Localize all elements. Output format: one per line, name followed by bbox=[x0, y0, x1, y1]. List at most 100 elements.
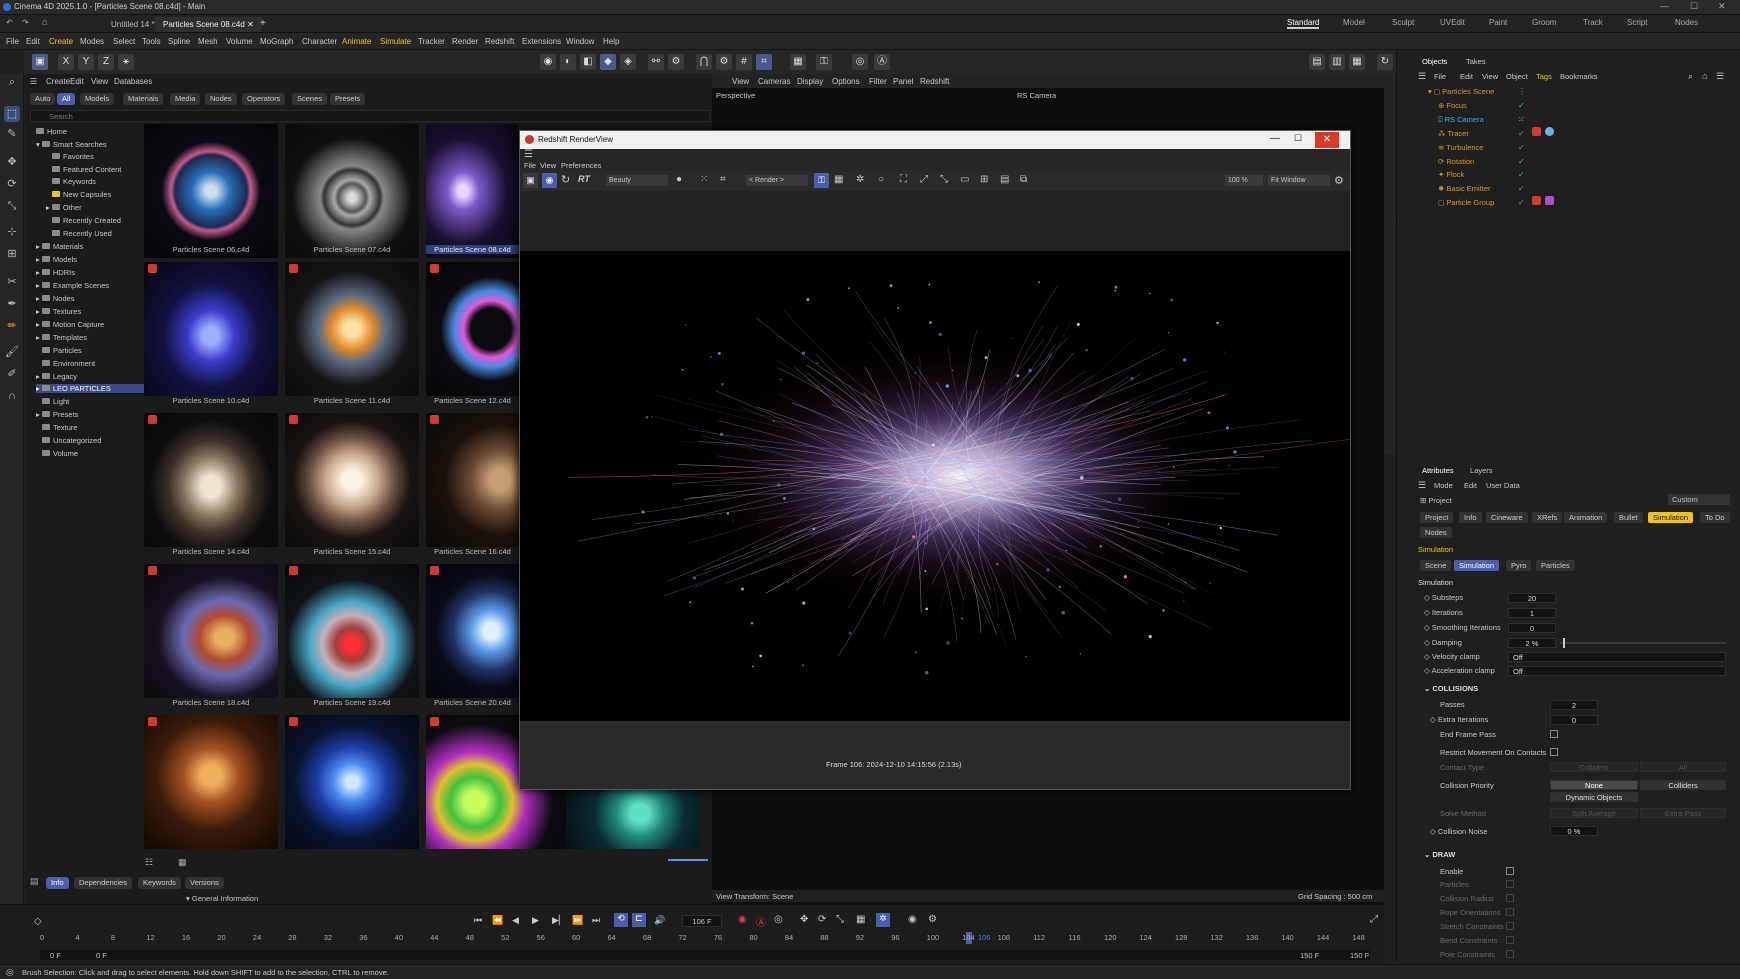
anim-icon[interactable]: Ⓐ bbox=[874, 54, 890, 70]
prev-key-icon[interactable]: ⏪ bbox=[492, 915, 503, 926]
axis-y-button[interactable]: Y bbox=[78, 54, 94, 70]
proj-tab-nodes[interactable]: Nodes bbox=[1420, 527, 1452, 538]
tree-materials[interactable]: ▸ Materials bbox=[36, 242, 146, 251]
filter-operators[interactable]: Operators bbox=[242, 93, 286, 105]
timeline-ruler[interactable] bbox=[40, 932, 1370, 942]
tab-particles-scene[interactable]: Particles Scene 08.c4d ✕ bbox=[155, 17, 262, 32]
proj-tab-info[interactable]: Info bbox=[1459, 512, 1482, 523]
filter-nodes[interactable]: Nodes bbox=[205, 93, 237, 105]
texture-mode-icon[interactable]: ◈ bbox=[620, 54, 636, 70]
menu-mograph[interactable]: MoGraph bbox=[260, 37, 293, 46]
layout-paint[interactable]: Paint bbox=[1489, 18, 1507, 27]
rv-maximize-icon[interactable]: ☐ bbox=[1294, 133, 1302, 144]
asset-menu-databases[interactable]: Databases bbox=[114, 77, 152, 86]
close-icon[interactable]: ✕ bbox=[1718, 1, 1726, 12]
model-mode-icon[interactable]: ◆ bbox=[600, 54, 616, 70]
spline-tool-icon[interactable]: ✏ bbox=[4, 318, 20, 334]
undo-tool-icon[interactable]: ▣ bbox=[32, 54, 48, 70]
magnet-tool-icon[interactable]: ∩ bbox=[4, 388, 20, 404]
om-menu-object[interactable]: Object bbox=[1506, 72, 1528, 81]
cube-icon[interactable]: ◧ bbox=[580, 54, 596, 70]
rv-copy-icon[interactable]: ⧉ bbox=[1020, 174, 1027, 185]
rv-zoom-field[interactable]: 100 % bbox=[1225, 175, 1263, 186]
om-menu-edit[interactable]: Edit bbox=[1460, 72, 1473, 81]
list-view-icon[interactable]: ☷ bbox=[145, 857, 153, 868]
scale-key-icon[interactable]: ⤡ bbox=[836, 914, 844, 925]
gear-icon[interactable]: ⚙ bbox=[716, 54, 732, 70]
collision-noise-field[interactable]: 0 % bbox=[1550, 826, 1598, 836]
particle-tag-icon[interactable] bbox=[1545, 196, 1554, 205]
vp-menu-panel[interactable]: Panel bbox=[893, 77, 913, 86]
damping-slider[interactable] bbox=[1560, 642, 1726, 644]
tree-leo-particles[interactable]: ▸ LEO PARTICLES bbox=[36, 384, 146, 393]
move-icon[interactable]: ✥ bbox=[4, 154, 20, 170]
next-frame-icon[interactable]: ▶▏ bbox=[552, 915, 566, 926]
menu-animate[interactable]: Animate bbox=[342, 37, 371, 46]
rv-zoom-icon[interactable]: ⤡ bbox=[940, 174, 948, 185]
filter-media[interactable]: Media bbox=[170, 93, 201, 105]
lock-icon[interactable]: ⚿ bbox=[816, 54, 832, 70]
workplane-icon[interactable]: ⌗ bbox=[756, 54, 772, 70]
solve-extra-button[interactable]: Extra Pass bbox=[1640, 808, 1726, 818]
menu-tools[interactable]: Tools bbox=[142, 37, 161, 46]
thumb-size-slider[interactable] bbox=[668, 859, 708, 861]
filter-materials[interactable]: Materials bbox=[123, 93, 164, 105]
record-icon[interactable]: ◎ bbox=[852, 54, 868, 70]
priority-none-button[interactable]: None bbox=[1550, 780, 1638, 790]
am-menu-mode[interactable]: Mode bbox=[1434, 481, 1453, 490]
next-key-icon[interactable]: ⏩ bbox=[572, 915, 583, 926]
loop-icon[interactable]: ⟲ bbox=[614, 913, 628, 927]
rv-menu-preferences[interactable]: Preferences bbox=[561, 161, 601, 170]
rv-history-icon[interactable]: ▤ bbox=[1000, 174, 1009, 185]
keyframe-selection-icon[interactable]: ◎ bbox=[774, 914, 783, 925]
rv-fit-icon[interactable]: ⛶ bbox=[900, 174, 907, 185]
visibility-icon[interactable]: ⋮ bbox=[1518, 87, 1526, 96]
grid-view-icon[interactable]: ▦ bbox=[178, 857, 187, 868]
range-start-field[interactable]: 0 F bbox=[50, 951, 61, 960]
general-information-header[interactable]: ▾ General Information bbox=[186, 894, 258, 903]
tree-volume[interactable]: Volume bbox=[42, 449, 152, 458]
obj-flock[interactable]: ✦ Flock bbox=[1438, 170, 1464, 179]
layout-sculpt[interactable]: Sculpt bbox=[1392, 18, 1414, 27]
collisions-section[interactable]: ⌄ COLLISIONS bbox=[1424, 684, 1478, 693]
auto-key-icon[interactable]: Ⓐ bbox=[756, 914, 766, 929]
obj-turbulence[interactable]: ≋ Turbulence bbox=[1438, 143, 1483, 152]
info-tab-keywords[interactable]: Keywords bbox=[138, 877, 181, 889]
vp-menu-display[interactable]: Display bbox=[797, 77, 823, 86]
rv-dots-icon[interactable]: ⁙ bbox=[700, 174, 708, 185]
menu-modes[interactable]: Modes bbox=[80, 37, 104, 46]
menu-help[interactable]: Help bbox=[603, 37, 619, 46]
layout-uvedit[interactable]: UVEdit bbox=[1440, 18, 1465, 27]
info-tab-info[interactable]: Info bbox=[46, 877, 69, 889]
asset-search-input[interactable] bbox=[30, 110, 710, 122]
goto-end-icon[interactable]: ⏭ bbox=[592, 915, 600, 926]
undo-icon[interactable]: ↶ bbox=[6, 18, 13, 27]
edit-render-icon[interactable]: ◉ bbox=[540, 54, 556, 70]
render-icon[interactable]: ◐ bbox=[560, 54, 576, 70]
play-icon[interactable]: ▶ bbox=[532, 915, 539, 926]
transform-icon[interactable]: ⊹ bbox=[4, 224, 20, 240]
rv-menu-view[interactable]: View bbox=[540, 161, 556, 170]
range-start2-field[interactable]: 0 F bbox=[96, 951, 107, 960]
draw-enable-checkbox[interactable] bbox=[1506, 867, 1514, 875]
om-hamburger-icon[interactable]: ☰ bbox=[1418, 71, 1426, 82]
asset-thumb[interactable] bbox=[144, 124, 278, 258]
restrict-movement-checkbox[interactable] bbox=[1550, 748, 1558, 756]
layout-script[interactable]: Script bbox=[1627, 18, 1647, 27]
current-frame-field[interactable]: 106 F bbox=[682, 915, 722, 927]
om-filter-icon[interactable]: ☰ bbox=[1716, 71, 1724, 82]
layout-standard[interactable]: Standard bbox=[1287, 18, 1320, 29]
rv-grid-icon[interactable]: ▦ bbox=[834, 174, 843, 185]
asset-thumb[interactable] bbox=[426, 564, 519, 698]
smoothing-iterations-field[interactable]: 0 bbox=[1508, 623, 1556, 633]
am-preset-select[interactable]: Custom bbox=[1668, 494, 1730, 505]
proj-tab-todo[interactable]: To Do bbox=[1700, 512, 1730, 523]
tree-motion-capture[interactable]: ▸ Motion Capture bbox=[36, 320, 146, 329]
menu-create[interactable]: Create bbox=[49, 37, 73, 46]
rv-settings-gear-icon[interactable]: ⚙ bbox=[1334, 174, 1344, 187]
info-tab-dependencies[interactable]: Dependencies bbox=[74, 877, 132, 889]
filter-all[interactable]: All bbox=[57, 93, 76, 105]
sphere-tag-icon[interactable] bbox=[1545, 127, 1554, 136]
rv-aov-select[interactable]: Beauty bbox=[606, 175, 668, 186]
rv-snow-icon[interactable]: ✲ bbox=[856, 174, 864, 185]
